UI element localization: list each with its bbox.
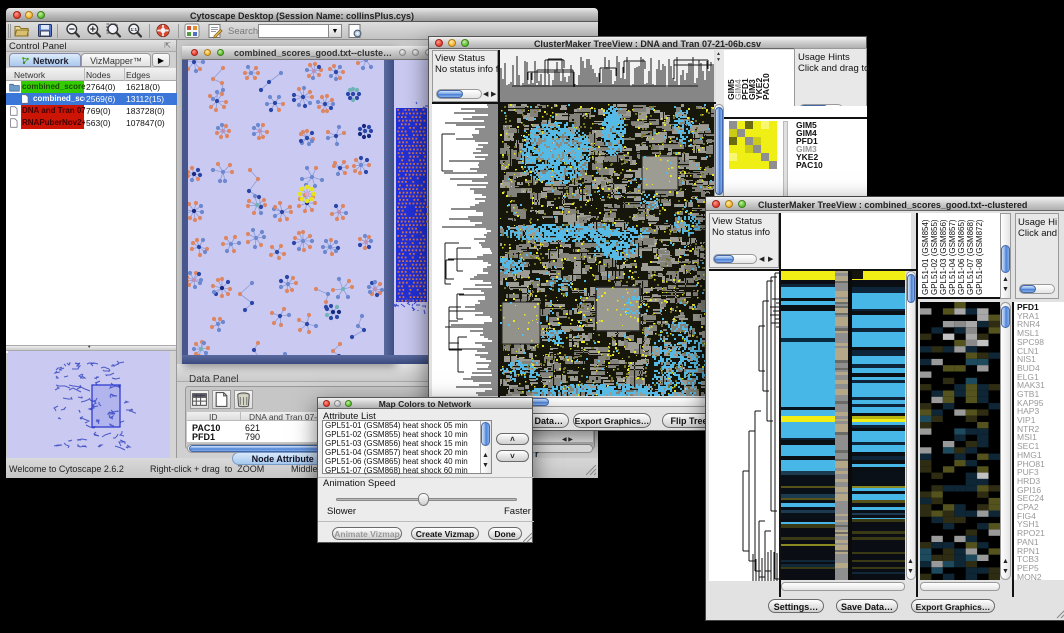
svg-text:1:1: 1:1 <box>130 27 137 32</box>
